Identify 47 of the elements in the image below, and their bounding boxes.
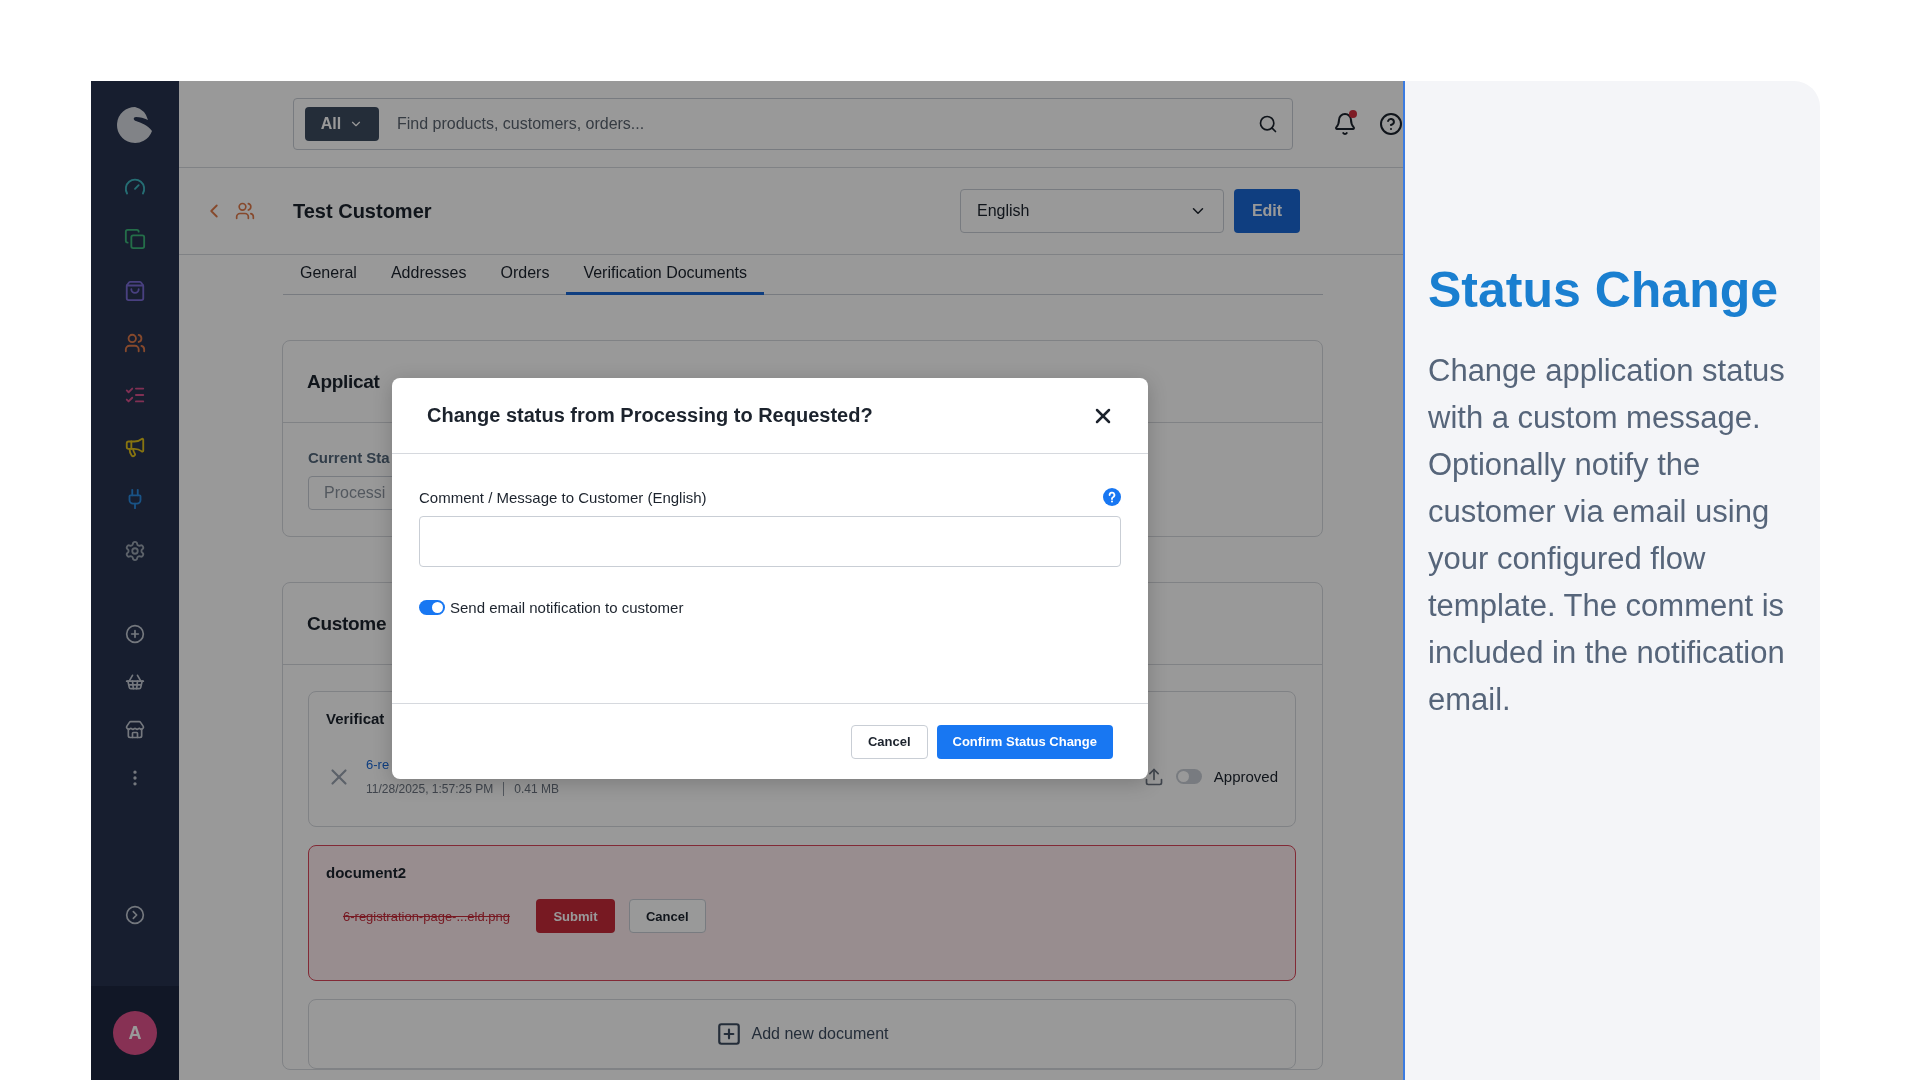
card-title: Applicat — [307, 370, 380, 393]
megaphone-icon[interactable] — [124, 436, 146, 458]
upload-date: 11/28/2025, 1:57:25 PM — [366, 782, 494, 796]
logo-icon[interactable] — [115, 105, 155, 145]
users-icon[interactable] — [124, 332, 146, 354]
bell-icon[interactable] — [1333, 112, 1357, 136]
cancel-button[interactable]: Cancel — [628, 899, 706, 933]
approved-toggle[interactable] — [1175, 769, 1202, 784]
panel-title: Status Change — [1428, 261, 1780, 319]
scope-dropdown[interactable]: All — [305, 107, 379, 141]
dialog-title: Change status from Processing to Requested? — [427, 404, 873, 427]
add-document-button[interactable]: Add new document — [308, 999, 1296, 1069]
file-name: 6-registration-page-...eld.png — [343, 908, 510, 924]
tab[interactable]: Orders — [483, 264, 567, 295]
basket-icon[interactable] — [125, 672, 145, 692]
comment-field[interactable] — [419, 516, 1121, 567]
upload-icon[interactable] — [1143, 766, 1164, 787]
plus-circle-icon[interactable] — [125, 624, 145, 644]
help-icon[interactable] — [1103, 488, 1121, 506]
email-toggle[interactable] — [419, 600, 445, 615]
cancel-button[interactable]: Cancel — [850, 724, 928, 759]
help-icon[interactable] — [1379, 112, 1403, 136]
language-select[interactable]: English — [960, 189, 1224, 233]
tab[interactable]: Verification Documents — [566, 264, 765, 295]
plus-square-icon — [715, 1021, 742, 1047]
card-title: Custome — [307, 612, 387, 635]
expand-icon[interactable] — [125, 905, 145, 925]
comment-label: Comment / Message to Customer (English) — [419, 488, 707, 506]
toggle-label: Send email notification to customer — [450, 599, 684, 616]
confirm-button[interactable]: Confirm Status Change — [936, 724, 1113, 759]
submit-button[interactable]: Submit — [535, 899, 615, 933]
copy-icon[interactable] — [124, 228, 146, 250]
search-icon[interactable] — [1258, 114, 1278, 134]
panel-text: Change application status with a custom message. Optionally notify the customer via email using your configured flow template. The comment is included in the notification email. — [1428, 352, 1786, 719]
settings-icon[interactable] — [124, 540, 146, 562]
document-title: Verificat — [326, 710, 386, 727]
field-label: Current Sta — [308, 449, 391, 466]
search-field[interactable]: All Find products, customers, orders... — [293, 98, 1293, 150]
tab[interactable]: Addresses — [373, 264, 484, 295]
users-icon — [235, 201, 255, 221]
document-title: document2 — [326, 864, 407, 881]
store-icon[interactable] — [125, 720, 145, 740]
approved-label: Approved — [1213, 768, 1278, 785]
edit-button[interactable]: Edit — [1234, 189, 1300, 233]
file-size: 0.41 MB — [514, 782, 559, 796]
customer-name: Test Customer — [293, 199, 432, 223]
tab[interactable]: General — [283, 264, 374, 295]
